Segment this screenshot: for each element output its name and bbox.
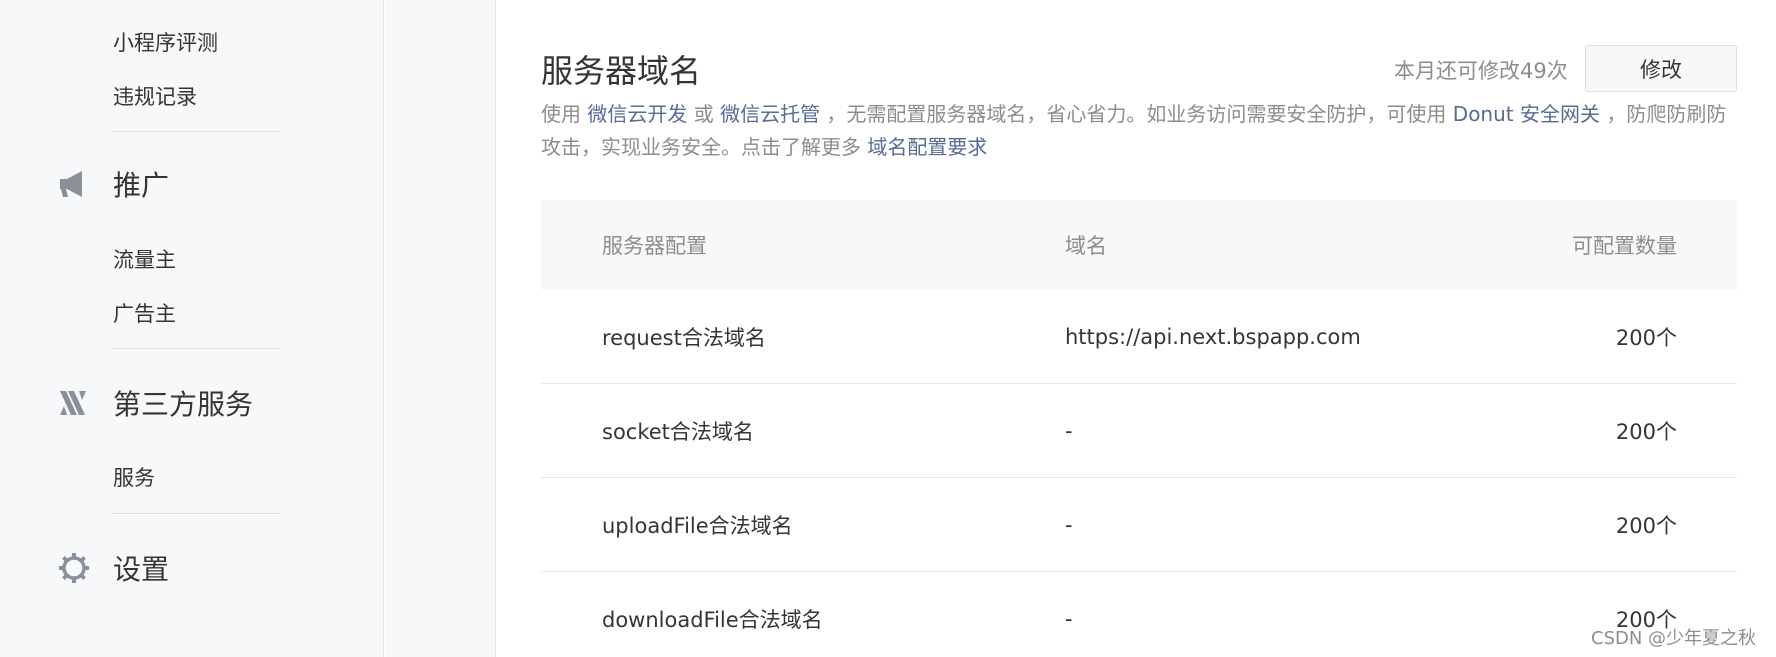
sidebar-divider bbox=[113, 131, 279, 132]
cell-config: request合法域名 bbox=[602, 325, 766, 350]
cell-config: downloadFile合法域名 bbox=[602, 607, 823, 632]
cell-domain: - bbox=[1065, 606, 1073, 631]
sidebar-group-third-party[interactable]: 第三方服务 bbox=[56, 383, 253, 423]
cell-domain: - bbox=[1065, 512, 1073, 537]
sidebar-item-violation-records[interactable]: 违规记录 bbox=[113, 81, 197, 111]
header-server-config: 服务器配置 bbox=[602, 234, 707, 258]
table-row: downloadFile合法域名 - 200个 bbox=[541, 572, 1737, 657]
cell-domain: https://api.next.bspapp.com bbox=[1065, 324, 1361, 349]
sidebar: 小程序评测 违规记录 推广 流量主 广告主 第三方服务 服务 设置 bbox=[0, 0, 384, 657]
header-configurable-count: 可配置数量 bbox=[1572, 234, 1677, 258]
cell-config: uploadFile合法域名 bbox=[602, 513, 793, 538]
sidebar-item-mini-program-review[interactable]: 小程序评测 bbox=[113, 27, 218, 57]
third-party-service-icon bbox=[56, 385, 92, 421]
sidebar-group-label: 第三方服务 bbox=[113, 388, 254, 421]
cell-count: 200个 bbox=[1615, 419, 1677, 444]
table-row: uploadFile合法域名 - 200个 bbox=[541, 478, 1737, 572]
table-header: 服务器配置 域名 可配置数量 bbox=[541, 200, 1737, 290]
secondary-column bbox=[385, 0, 496, 657]
desc-text: 使用 bbox=[541, 102, 588, 126]
desc-text: ，无需配置服务器域名，省心省力。如业务访问需要安全防护，可使用 bbox=[820, 102, 1453, 126]
megaphone-icon bbox=[56, 166, 92, 202]
cell-count: 200个 bbox=[1615, 513, 1677, 538]
cell-domain: - bbox=[1065, 418, 1073, 443]
cell-config: socket合法域名 bbox=[602, 419, 754, 444]
edit-button[interactable]: 修改 bbox=[1585, 45, 1737, 92]
desc-text: 或 bbox=[687, 102, 721, 126]
modify-quota-text: 本月还可修改49次 bbox=[1394, 59, 1568, 83]
sidebar-item-advertiser[interactable]: 广告主 bbox=[113, 298, 176, 328]
sidebar-item-traffic-host[interactable]: 流量主 bbox=[113, 244, 176, 274]
sidebar-item-services[interactable]: 服务 bbox=[113, 462, 155, 492]
sidebar-group-label: 推广 bbox=[113, 169, 170, 202]
watermark: CSDN @少年夏之秋 bbox=[1591, 628, 1757, 649]
server-domain-table: 服务器配置 域名 可配置数量 request合法域名 https://api.n… bbox=[541, 200, 1737, 657]
link-wechat-cloud-dev[interactable]: 微信云开发 bbox=[587, 102, 687, 126]
sidebar-group-settings[interactable]: 设置 bbox=[56, 548, 169, 588]
sidebar-group-promotion[interactable]: 推广 bbox=[56, 164, 169, 204]
link-wechat-cloud-hosting[interactable]: 微信云托管 bbox=[720, 102, 820, 126]
gear-icon bbox=[56, 550, 92, 586]
header-domain: 域名 bbox=[1065, 234, 1107, 258]
description: 使用 微信云开发 或 微信云托管 ，无需配置服务器域名，省心省力。如业务访问需要… bbox=[541, 98, 1737, 164]
cell-count: 200个 bbox=[1615, 325, 1677, 350]
sidebar-group-label: 设置 bbox=[113, 553, 170, 586]
link-donut-security-gateway[interactable]: Donut 安全网关 bbox=[1453, 102, 1600, 126]
table-row: request合法域名 https://api.next.bspapp.com … bbox=[541, 290, 1737, 384]
page-title: 服务器域名 bbox=[541, 52, 702, 90]
link-domain-config-requirements[interactable]: 域名配置要求 bbox=[867, 135, 987, 159]
sidebar-divider bbox=[113, 513, 279, 514]
table-row: socket合法域名 - 200个 bbox=[541, 384, 1737, 478]
sidebar-divider bbox=[113, 348, 279, 349]
